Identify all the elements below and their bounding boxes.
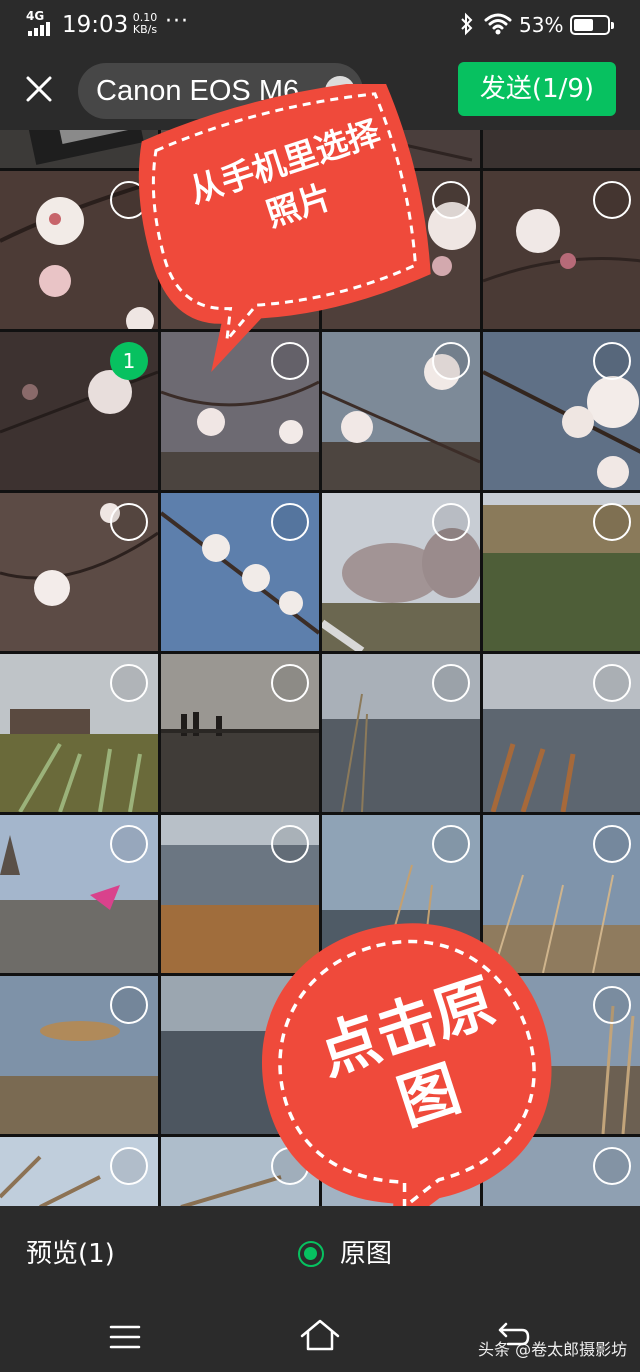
send-button[interactable]: 发送(1/9)	[458, 62, 616, 116]
select-circle[interactable]	[593, 503, 631, 541]
battery-percent: 53%	[519, 13, 564, 37]
more-notifications: ···	[165, 9, 189, 34]
select-circle[interactable]	[593, 181, 631, 219]
select-circle[interactable]	[271, 503, 309, 541]
radio-checked-icon[interactable]	[298, 1241, 324, 1267]
bluetooth-icon	[459, 12, 475, 43]
network-speed: 0.10 KB/s	[130, 12, 160, 36]
photo-thumbnail[interactable]	[483, 654, 640, 812]
photo-thumbnail[interactable]	[0, 493, 158, 651]
select-circle[interactable]	[593, 986, 631, 1024]
menu-icon[interactable]	[108, 1322, 142, 1352]
close-icon[interactable]	[18, 68, 60, 110]
photo-thumbnail[interactable]	[161, 654, 319, 812]
select-circle[interactable]	[593, 664, 631, 702]
photo-thumbnail[interactable]	[483, 130, 640, 168]
original-image-label[interactable]: 原图	[340, 1237, 392, 1271]
photo-thumbnail[interactable]	[0, 654, 158, 812]
select-circle[interactable]	[432, 825, 470, 863]
photo-thumbnail[interactable]	[322, 493, 480, 651]
select-circle[interactable]	[271, 664, 309, 702]
network-type: 4G	[26, 9, 45, 23]
select-circle[interactable]	[593, 1147, 631, 1185]
select-circle[interactable]	[110, 503, 148, 541]
system-nav-bar: 头条 @卷太郎摄影坊	[0, 1302, 640, 1372]
select-circle[interactable]	[110, 664, 148, 702]
signal-icon	[28, 22, 52, 36]
select-circle[interactable]	[110, 986, 148, 1024]
status-bar: 4G 19:03 0.10 KB/s ··· 53%	[0, 0, 640, 52]
photo-thumbnail[interactable]	[322, 654, 480, 812]
original-image-toggle[interactable]: 原图	[296, 1236, 416, 1272]
photo-thumbnail[interactable]	[0, 976, 158, 1134]
home-icon[interactable]	[298, 1316, 342, 1354]
select-circle[interactable]	[110, 825, 148, 863]
select-circle[interactable]	[432, 664, 470, 702]
wifi-icon	[484, 12, 512, 36]
network-speed-unit: KB/s	[132, 23, 158, 36]
close-button[interactable]	[18, 68, 60, 110]
select-circle[interactable]	[271, 825, 309, 863]
flower-photo	[483, 130, 640, 168]
photo-thumbnail[interactable]	[483, 171, 640, 329]
photo-thumbnail[interactable]	[483, 332, 640, 490]
photo-thumbnail[interactable]	[161, 493, 319, 651]
preview-button[interactable]: 预览(1)	[26, 1237, 115, 1271]
watermark: 头条 @卷太郎摄影坊	[478, 1340, 628, 1359]
battery-icon	[570, 15, 614, 35]
select-circle[interactable]	[593, 342, 631, 380]
select-circle[interactable]	[432, 503, 470, 541]
photo-thumbnail[interactable]	[0, 815, 158, 973]
photo-thumbnail[interactable]	[0, 1137, 158, 1206]
select-circle[interactable]	[593, 825, 631, 863]
picker-footer: 预览(1) 原图	[0, 1206, 640, 1302]
select-circle[interactable]	[110, 1147, 148, 1185]
clock: 19:03	[62, 12, 129, 38]
photo-thumbnail[interactable]	[483, 493, 640, 651]
